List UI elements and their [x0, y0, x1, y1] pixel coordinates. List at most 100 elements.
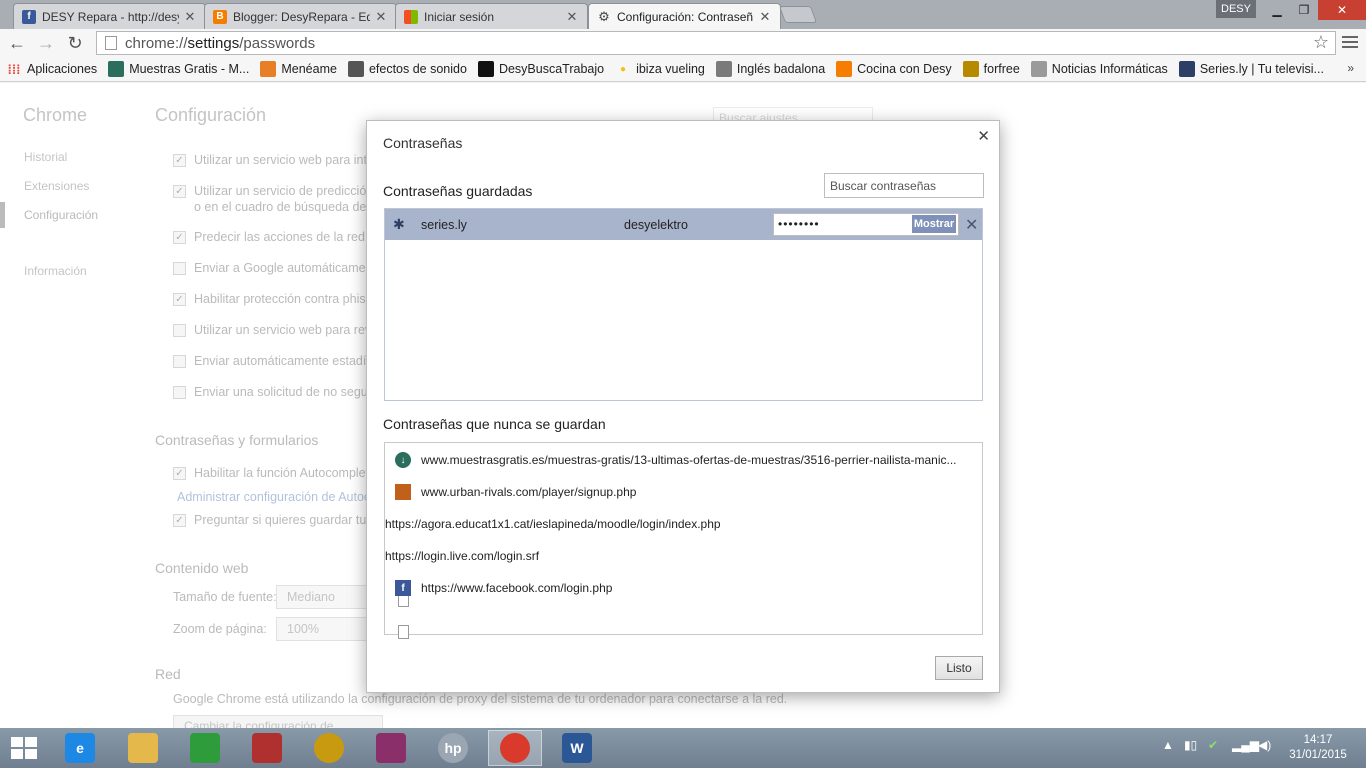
microsoft-icon: [404, 9, 418, 24]
gear-icon: ⚙: [598, 9, 610, 24]
taskbar-app[interactable]: [240, 730, 294, 766]
browser-tab-active[interactable]: ⚙ Configuración: Contraseñ ✕: [588, 3, 781, 30]
file-explorer-icon: [128, 733, 158, 763]
saved-passwords-list: ✱ series.ly desyelektro •••••••• Mostrar…: [384, 208, 983, 401]
browser-tab[interactable]: Iniciar sesión ✕: [395, 3, 588, 29]
address-bar[interactable]: chrome://settings/passwords ☆: [96, 31, 1336, 55]
blogger-icon: [836, 61, 853, 77]
windows-start-icon[interactable]: [11, 737, 37, 759]
taskbar-app[interactable]: [364, 730, 418, 766]
apps-grid-icon: ⁞⁞⁞: [7, 61, 21, 77]
browser-tab[interactable]: B Blogger: DesyRepara - Edit ✕: [204, 3, 397, 29]
never-saved-url: www.muestrasgratis.es/muestras-gratis/13…: [421, 453, 957, 467]
bookmark-label: Cocina con Desy: [857, 62, 952, 76]
restore-button[interactable]: ❐: [1290, 0, 1318, 20]
english-icon: [715, 61, 732, 77]
bookmark-item[interactable]: Muestras Gratis - M...: [108, 61, 249, 77]
taskbar-app[interactable]: [488, 730, 542, 766]
bookmark-item[interactable]: Noticias Informáticas: [1030, 61, 1168, 77]
reload-button[interactable]: ↻: [64, 32, 86, 54]
close-tab-icon[interactable]: ✕: [374, 9, 388, 25]
bookmark-item[interactable]: Inglés badalona: [715, 61, 826, 77]
hp-icon: hp: [438, 733, 468, 763]
close-window-button[interactable]: ✕: [1318, 0, 1366, 20]
security-check-icon[interactable]: ✔: [1208, 738, 1218, 752]
never-saved-row[interactable]: https://login.live.com/login.srf: [385, 542, 982, 639]
bookmark-item[interactable]: DesyBuscaTrabajo: [477, 61, 605, 77]
word-icon: W: [562, 733, 592, 763]
muestras-icon: ↓: [395, 452, 411, 468]
browser-tab[interactable]: f DESY Repara - http://desy ✕: [13, 3, 206, 29]
taskbar-app[interactable]: e: [53, 730, 107, 766]
bookmark-star-icon[interactable]: ☆: [1313, 32, 1329, 53]
show-hidden-icons-icon[interactable]: ▲: [1162, 738, 1174, 752]
close-tab-icon[interactable]: ✕: [758, 9, 772, 25]
bookmark-item[interactable]: Series.ly | Tu televisi...: [1178, 61, 1324, 77]
bookmark-item[interactable]: ● ibiza vueling: [615, 61, 705, 77]
puzzle-app-icon: [252, 733, 282, 763]
network-adapter-icon[interactable]: ▮▯: [1184, 738, 1197, 752]
sound-icon: [347, 61, 364, 77]
dialog-title: Contraseñas: [383, 135, 463, 151]
minimize-button[interactable]: ▁: [1264, 0, 1290, 20]
system-clock[interactable]: 14:17 31/01/2015: [1280, 733, 1356, 763]
bookmark-item[interactable]: Cocina con Desy: [836, 61, 952, 77]
new-tab-button[interactable]: [778, 6, 818, 23]
bookmarks-bar: ⁞⁞⁞ Aplicaciones Muestras Gratis - M... Men…: [0, 57, 1366, 82]
bookmark-label: Aplicaciones: [27, 62, 98, 76]
taskbar-app[interactable]: W: [550, 730, 604, 766]
bookmark-label: Noticias Informáticas: [1051, 62, 1168, 76]
more-bookmarks-icon[interactable]: »: [1347, 61, 1354, 75]
bookmark-item[interactable]: ⁞⁞⁞ Aplicaciones: [6, 61, 98, 77]
store-icon: [190, 733, 220, 763]
back-button[interactable]: ←: [6, 32, 28, 54]
never-saved-heading: Contraseñas que nunca se guardan: [383, 416, 606, 432]
never-saved-url: https://agora.educat1x1.cat/ieslapineda/…: [385, 517, 721, 531]
taskbar: ▲ ▮▯ ✔ ▂▄▆ ◀) 14:17 31/01/2015 e hp W: [0, 728, 1366, 768]
volume-icon[interactable]: ◀): [1258, 738, 1271, 752]
bookmark-label: efectos de sonido: [368, 62, 467, 76]
done-button[interactable]: Listo: [935, 656, 983, 680]
delete-icon[interactable]: ✕: [965, 215, 978, 235]
seriesly-icon: [1178, 61, 1195, 77]
signal-icon[interactable]: ▂▄▆: [1232, 738, 1259, 752]
clock-time: 14:17: [1303, 734, 1333, 746]
bookmark-label: Inglés badalona: [736, 62, 826, 76]
bookmark-label: DesyBuscaTrabajo: [498, 62, 605, 76]
profile-button[interactable]: DESY: [1216, 0, 1256, 18]
bookmark-item[interactable]: efectos de sonido: [347, 61, 467, 77]
saved-site: series.ly: [421, 218, 467, 232]
bookmark-item[interactable]: forfree: [962, 61, 1020, 77]
never-saved-url: https://www.facebook.com/login.php: [421, 581, 613, 595]
meneame-icon: [260, 61, 277, 77]
never-saved-row[interactable]: https://agora.educat1x1.cat/ieslapineda/…: [385, 510, 982, 607]
never-saved-row[interactable]: f https://www.facebook.com/login.php: [385, 574, 982, 602]
saved-username: desyelektro: [624, 218, 688, 232]
blogger-icon: B: [213, 9, 227, 24]
facebook-icon: f: [22, 9, 36, 24]
chrome-icon: [500, 733, 530, 763]
taskbar-app[interactable]: [178, 730, 232, 766]
title-bar: f DESY Repara - http://desy ✕ B Blogger:…: [0, 0, 1366, 30]
bookmark-item[interactable]: Menéame: [260, 61, 337, 77]
media-app-icon: [314, 733, 344, 763]
taskbar-app[interactable]: [116, 730, 170, 766]
never-saved-row[interactable]: www.urban-rivals.com/player/signup.php: [385, 478, 982, 506]
internet-explorer-icon: e: [65, 733, 95, 763]
black-square-icon: [477, 61, 494, 77]
bookmark-label: Series.ly | Tu televisi...: [1199, 62, 1324, 76]
never-saved-url: https://login.live.com/login.srf: [385, 549, 540, 563]
seriesly-icon: ✱: [393, 216, 405, 232]
show-password-button[interactable]: Mostrar: [912, 215, 956, 233]
never-saved-row[interactable]: ↓ www.muestrasgratis.es/muestras-gratis/1…: [385, 446, 982, 474]
forward-button[interactable]: →: [35, 32, 57, 54]
taskbar-app[interactable]: [302, 730, 356, 766]
saved-password-row[interactable]: ✱ series.ly desyelektro •••••••• Mostrar…: [385, 209, 982, 240]
close-tab-icon[interactable]: ✕: [183, 9, 197, 25]
taskbar-app[interactable]: hp: [426, 730, 480, 766]
close-icon[interactable]: ✕: [977, 127, 990, 145]
close-tab-icon[interactable]: ✕: [565, 9, 579, 25]
chrome-menu-icon[interactable]: [1342, 34, 1358, 50]
tab-title: Configuración: Contraseñ: [617, 10, 754, 24]
search-passwords-input[interactable]: Buscar contraseñas: [824, 173, 984, 198]
